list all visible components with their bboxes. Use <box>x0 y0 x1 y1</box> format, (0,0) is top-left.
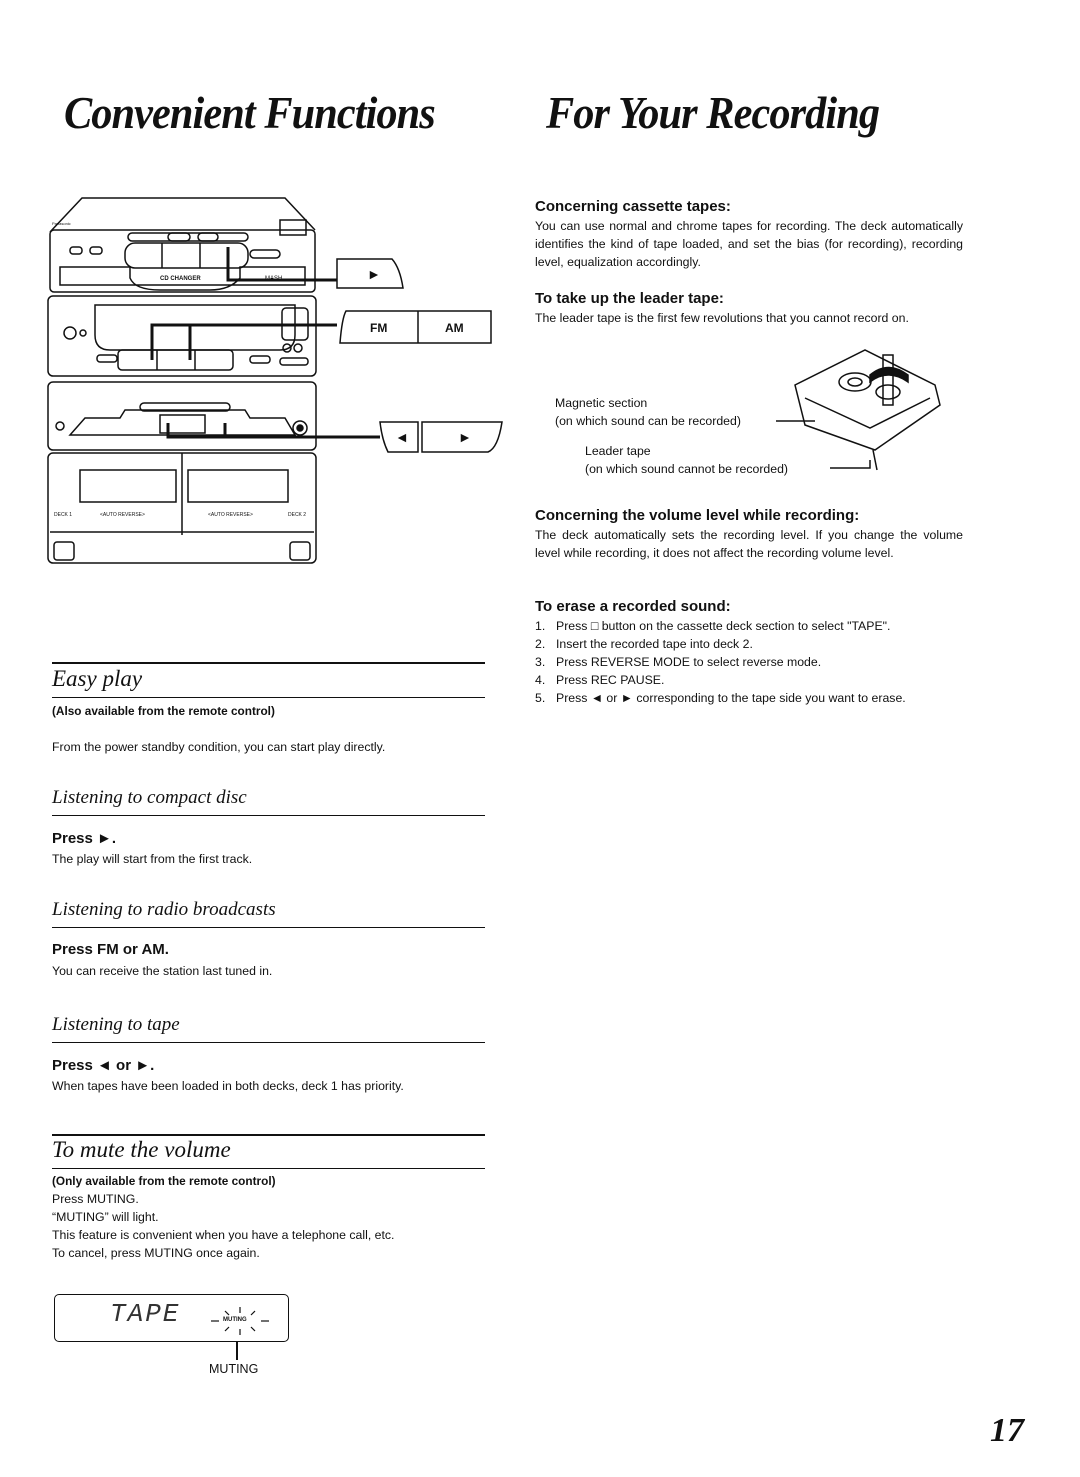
divider <box>52 662 485 664</box>
muting-callout-line <box>236 1341 238 1360</box>
tape-press: Press ◄ or ►. <box>52 1057 155 1074</box>
leader-tape-body: The leader tape is the first few revolut… <box>535 311 909 325</box>
erase-step: 4. Press REC PAUSE. <box>535 673 665 687</box>
mute-body: (Only available from the remote control)… <box>52 1172 492 1262</box>
compact-disc-desc: The play will start from the first track… <box>52 852 253 866</box>
cd-play-button-callout: ► <box>367 266 381 282</box>
erase-heading: To erase a recorded sound: <box>535 598 731 615</box>
divider <box>52 1168 485 1169</box>
cassette-tapes-body: You can use normal and chrome tapes for … <box>535 219 963 269</box>
erase-step: 1. Press □ button on the cassette deck se… <box>535 619 891 633</box>
mute-line: This feature is convenient when you have… <box>52 1228 395 1242</box>
divider <box>52 1042 485 1043</box>
tape-title: Listening to tape <box>52 1014 180 1035</box>
radio-broadcasts-press: Press FM or AM. <box>52 941 169 958</box>
leader-tape-desc: (on which sound cannot be recorded) <box>585 462 789 476</box>
leader-tape-label: Leader tape (on which sound cannot be re… <box>585 442 788 478</box>
display-text: TAPE <box>110 1299 181 1329</box>
easy-play-title: Easy play <box>52 666 143 691</box>
compact-disc-title: Listening to compact disc <box>52 787 247 808</box>
magnetic-section-title: Magnetic section <box>555 396 648 410</box>
tape-desc: When tapes have been loaded in both deck… <box>52 1079 404 1093</box>
divider <box>52 1134 485 1136</box>
radio-broadcasts-desc: You can receive the station last tuned i… <box>52 964 273 978</box>
volume-level-heading: Concerning the volume level while record… <box>535 507 860 524</box>
muting-blink-icon <box>211 1307 269 1335</box>
deck1-label: DECK 1 <box>54 512 72 518</box>
leader-tape-heading: To take up the leader tape: <box>535 290 724 307</box>
volume-level-section: Concerning the volume level while record… <box>535 507 963 562</box>
divider <box>52 927 485 928</box>
erase-section: To erase a recorded sound: 1. Press □ but… <box>535 598 965 707</box>
mute-line: Press MUTING. <box>52 1192 139 1206</box>
erase-step: 2. Insert the recorded tape into deck 2. <box>535 637 753 651</box>
erase-step: 5. Press ◄ or ► corresponding to the tape… <box>535 691 906 705</box>
stereo-system-illustration: CD CHANGER Panasonic MASH DECK 1 DECK 2 … <box>47 197 503 564</box>
page-title-right: For Your Recording <box>546 87 880 138</box>
erase-steps-list: 1. Press □ button on the cassette deck se… <box>535 617 965 707</box>
mute-line: To cancel, press MUTING once again. <box>52 1246 260 1260</box>
cassette-tape-icon <box>776 349 941 471</box>
leader-tape-title: Leader tape <box>585 444 651 458</box>
leader-tape-section: To take up the leader tape: The leader t… <box>535 290 963 327</box>
divider <box>52 815 485 816</box>
page-number: 17 <box>990 1412 1024 1449</box>
radio-broadcasts-title: Listening to radio broadcasts <box>52 899 276 920</box>
brand-label: Panasonic <box>52 221 71 226</box>
page-title-left: Convenient Functions <box>64 87 436 138</box>
deck2-label: DECK 2 <box>288 512 306 518</box>
display-panel: TAPE MUTING <box>54 1294 289 1342</box>
magnetic-section-label: Magnetic section (on which sound can be … <box>555 394 741 430</box>
compact-disc-press: Press ►. <box>52 830 117 847</box>
tape-reverse-button-callout: ◄ <box>395 429 409 445</box>
divider <box>52 697 485 698</box>
easy-play-note: (Also available from the remote control) <box>52 704 275 718</box>
mute-title: To mute the volume <box>52 1137 231 1162</box>
cassette-tapes-heading: Concerning cassette tapes: <box>535 198 731 215</box>
am-button-callout: AM <box>445 321 464 335</box>
volume-level-body: The deck automatically sets the recordin… <box>535 528 963 560</box>
cd-changer-label: CD CHANGER <box>160 276 201 282</box>
mash-label: MASH <box>265 276 282 282</box>
erase-step: 3. Press REVERSE MODE to select reverse m… <box>535 655 822 669</box>
magnetic-section-desc: (on which sound can be recorded) <box>555 414 741 428</box>
recording-cassette-section: Concerning cassette tapes: You can use n… <box>535 198 963 271</box>
mute-line: “MUTING” will light. <box>52 1210 159 1224</box>
auto-reverse-label-2: <AUTO REVERSE> <box>208 512 253 518</box>
easy-play-intro: From the power standby condition, you ca… <box>52 740 386 754</box>
mute-note: (Only available from the remote control) <box>52 1174 276 1188</box>
tape-forward-button-callout: ► <box>458 429 472 445</box>
fm-button-callout: FM <box>370 321 387 335</box>
auto-reverse-label-1: <AUTO REVERSE> <box>100 512 145 518</box>
muting-callout-label: MUTING <box>209 1362 259 1376</box>
